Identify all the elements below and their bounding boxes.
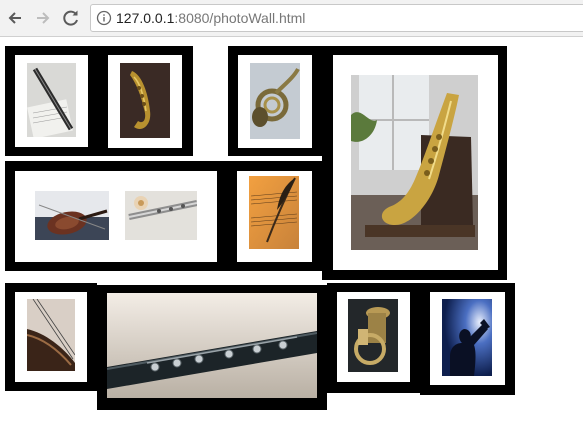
photo-tuba[interactable] — [348, 299, 398, 372]
address-bar[interactable]: 127.0.0.1:8080/photoWall.html — [90, 4, 583, 32]
browser-toolbar: 127.0.0.1:8080/photoWall.html — [0, 0, 583, 37]
url-text: 127.0.0.1:8080/photoWall.html — [116, 10, 305, 26]
forward-arrow-icon — [37, 12, 50, 24]
back-button[interactable] — [4, 7, 26, 29]
photo-clarinet-closeup[interactable] — [107, 293, 317, 398]
back-arrow-icon — [8, 12, 21, 24]
photo-violin-scroll[interactable] — [27, 299, 75, 371]
info-icon[interactable] — [96, 10, 112, 26]
photo-saxophone-on-chair[interactable] — [351, 75, 478, 250]
url-host: 127.0.0.1 — [116, 10, 175, 26]
photo-flute-with-flower[interactable] — [125, 191, 197, 240]
reload-button[interactable] — [60, 7, 82, 29]
forward-button[interactable] — [32, 7, 54, 29]
reload-icon — [63, 10, 78, 26]
photo-french-horn[interactable] — [250, 63, 300, 139]
photo-violin[interactable] — [35, 191, 109, 240]
url-path: :8080/photoWall.html — [174, 10, 306, 26]
photo-trumpeter-silhouette[interactable] — [442, 299, 492, 376]
photo-saxophone-dark[interactable] — [120, 63, 170, 138]
photo-clarinet-sheet-music[interactable] — [27, 63, 76, 137]
photo-sheet-music-quill[interactable] — [249, 176, 299, 249]
